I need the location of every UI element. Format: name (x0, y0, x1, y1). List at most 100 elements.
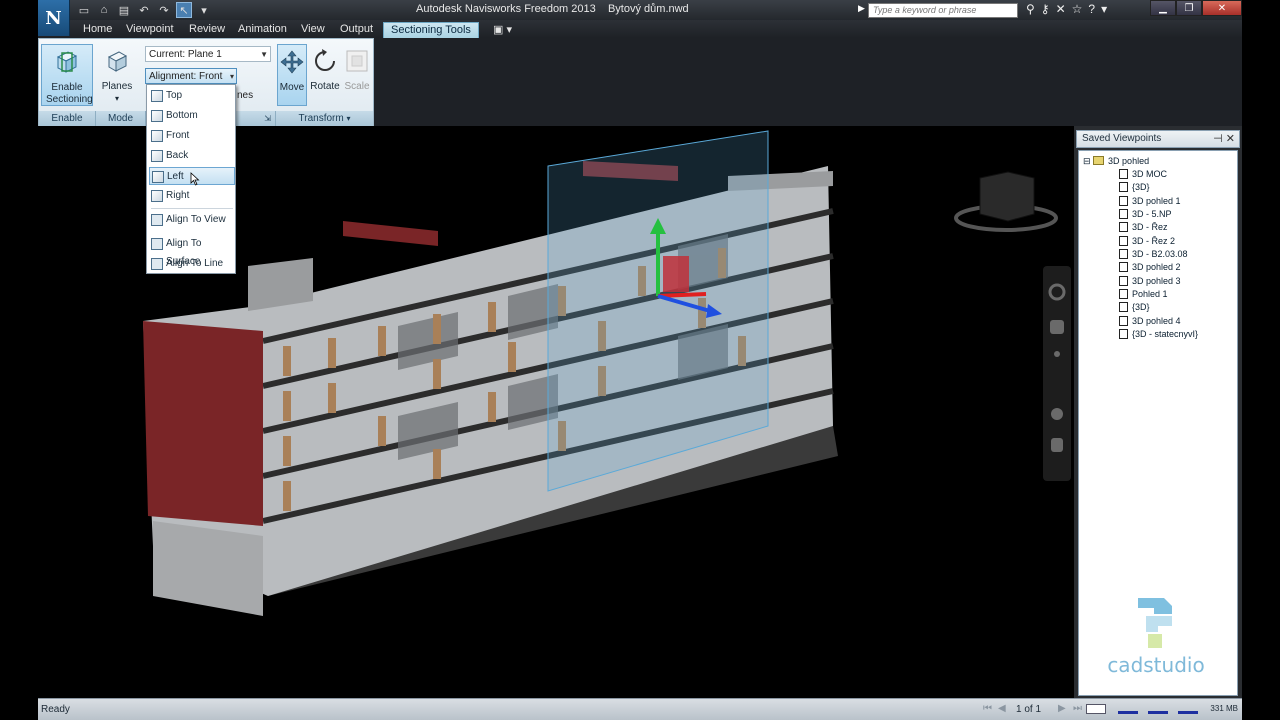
menu-separator (151, 208, 233, 209)
move-button[interactable]: Move (277, 44, 307, 106)
link-section-planes-label[interactable]: nes (237, 90, 253, 101)
mouse-cursor-icon (190, 172, 200, 186)
qat-dropdown-icon[interactable]: ▾ (196, 2, 212, 18)
panel-title-enable: Enable (39, 111, 95, 127)
planes-dropdown-icon: ▾ (114, 94, 119, 103)
search-expand-icon[interactable]: ▶ (858, 3, 865, 14)
tree-item[interactable]: 3D pohled 2 (1119, 261, 1181, 274)
tools-icon[interactable]: ✕ (1056, 2, 1066, 16)
help-dropdown-icon[interactable]: ▾ (1101, 2, 1107, 16)
menu-item-right[interactable]: Right (149, 187, 235, 205)
rotate-icon (315, 49, 335, 71)
chevron-down-icon: ▼ (260, 50, 268, 59)
minimize-button[interactable]: ▁ (1150, 0, 1176, 16)
menu-item-align-to-surface[interactable]: Align To Surface (149, 235, 235, 267)
move-icon (280, 50, 304, 74)
prev-page-icon[interactable]: ◀ (998, 703, 1006, 714)
cadstudio-logo-icon (1138, 598, 1172, 648)
tab-review[interactable]: Review (182, 22, 232, 38)
viewpoint-icon (1119, 222, 1128, 232)
redo-icon[interactable]: ↷ (156, 2, 172, 18)
tree-item[interactable]: 3D pohled 3 (1119, 275, 1181, 288)
current-plane-combo[interactable]: Current: Plane 1 ▼ (145, 46, 271, 62)
menu-item-align-to-view[interactable]: Align To View (149, 211, 235, 229)
viewpoint-icon (1119, 196, 1128, 206)
tab-animation[interactable]: Animation (231, 22, 294, 38)
tree-item[interactable]: 3D - Řez (1119, 221, 1168, 234)
tree-item[interactable]: 3D - B2.03.08 (1119, 248, 1188, 261)
menu-item-align-to-line[interactable]: Align To Line (149, 255, 235, 273)
star-icon[interactable]: ☆ (1072, 2, 1083, 16)
tab-viewpoint[interactable]: Viewpoint (119, 22, 181, 38)
panel-close-icon[interactable]: ⊣ ✕ (1213, 132, 1235, 145)
tree-item-label: 3D - Řez 2 (1132, 236, 1176, 246)
first-page-icon[interactable]: ⏮ (983, 703, 992, 714)
tree-item[interactable]: 3D - 5.NP (1119, 208, 1172, 221)
red-roof-segment (343, 221, 438, 246)
application-menu-button[interactable]: N (38, 0, 70, 36)
restore-button[interactable]: ❐ (1176, 0, 1202, 16)
next-page-icon[interactable]: ▶ (1058, 703, 1066, 714)
binoculars-icon[interactable]: ⚲ (1026, 2, 1035, 16)
menu-item-top[interactable]: Top (149, 87, 235, 105)
open-icon[interactable]: ⌂ (96, 2, 112, 18)
tab-sectioning-tools[interactable]: Sectioning Tools (383, 22, 479, 38)
key-icon[interactable]: ⚷ (1041, 2, 1050, 16)
menu-item-left[interactable]: Left (149, 167, 235, 186)
tree-item[interactable]: 3D - Řez 2 (1119, 235, 1175, 248)
tree-item[interactable]: {3D - statecnyvI} (1119, 328, 1198, 341)
tree-item-label: 3D pohled 2 (1132, 262, 1181, 272)
alignment-combo[interactable]: Alignment: Front ▾ (145, 68, 237, 84)
tree-folder-root[interactable]: ⊟ 3D pohled (1083, 155, 1149, 168)
help-search-input[interactable]: Type a keyword or phrase (868, 3, 1018, 18)
menu-item-back[interactable]: Back (149, 147, 235, 165)
back-view-icon (151, 150, 163, 162)
tree-item-label: 3D pohled 3 (1132, 276, 1181, 286)
tree-item[interactable]: Pohled 1 (1119, 288, 1168, 301)
tab-output[interactable]: Output (333, 22, 380, 38)
tree-item[interactable]: {3D} (1119, 181, 1150, 194)
tab-view[interactable]: View (294, 22, 332, 38)
menu-item-bottom[interactable]: Bottom (149, 107, 235, 125)
left-view-icon (152, 171, 164, 183)
tree-item[interactable]: {3D} (1119, 301, 1150, 314)
current-plane-value: Current: Plane 1 (149, 49, 222, 60)
tab-home[interactable]: Home (76, 22, 119, 38)
scale-button[interactable]: Scale (343, 44, 371, 106)
enable-sectioning-label: Enable Sectioning (46, 82, 93, 105)
saved-viewpoints-title: Saved Viewpoints (1082, 133, 1162, 144)
panel-title-mode: Mode (95, 111, 145, 127)
select-cursor-icon[interactable]: ↖ (176, 2, 192, 18)
tree-item[interactable]: 3D pohled 4 (1119, 315, 1181, 328)
enable-sectioning-button[interactable]: Enable Sectioning (41, 44, 93, 106)
print-icon[interactable]: ▤ (116, 2, 132, 18)
scale-icon (346, 50, 368, 72)
ribbon-display-options-icon[interactable]: ▣ ▾ (486, 22, 519, 38)
last-page-icon[interactable]: ⏭ (1073, 703, 1082, 714)
tree-folder-label: 3D pohled (1108, 156, 1150, 166)
tree-item-label: 3D MOC (1132, 169, 1168, 179)
close-button[interactable]: ✕ (1202, 0, 1242, 16)
rotate-label: Rotate (310, 81, 340, 92)
move-label: Move (279, 82, 305, 93)
sheet-browser-icon[interactable] (1086, 704, 1106, 714)
menu-item-front[interactable]: Front (149, 127, 235, 145)
tree-item[interactable]: 3D pohled 1 (1119, 195, 1181, 208)
panel-title-transform[interactable]: Transform ▾ (275, 111, 373, 127)
tree-item-label: {3D} (1132, 302, 1150, 312)
planes-button[interactable]: Planes ▾ (97, 44, 137, 106)
new-icon[interactable]: ▭ (76, 2, 92, 18)
dialog-launcher-icon[interactable]: ⇲ (264, 111, 271, 126)
watermark-text: cadstudio (1107, 653, 1205, 677)
rotate-button[interactable]: Rotate (308, 44, 342, 106)
menu-item-label: Left (167, 171, 184, 182)
alignment-dropdown-menu: Top Bottom Front Back Left Right Align T… (146, 84, 236, 274)
menu-item-label: Align To Line (166, 258, 224, 269)
viewpoint-icon (1119, 302, 1128, 312)
tree-item[interactable]: 3D MOC (1119, 168, 1167, 181)
viewpoints-tree: ⊟ 3D pohled 3D MOC {3D} 3D pohled 1 3D -… (1078, 150, 1238, 696)
window-title: Autodesk Navisworks Freedom 2013 Bytový … (416, 3, 689, 15)
help-icon[interactable]: ? (1088, 2, 1095, 16)
memory-usage: 331 MB (1210, 704, 1238, 713)
undo-icon[interactable]: ↶ (136, 2, 152, 18)
